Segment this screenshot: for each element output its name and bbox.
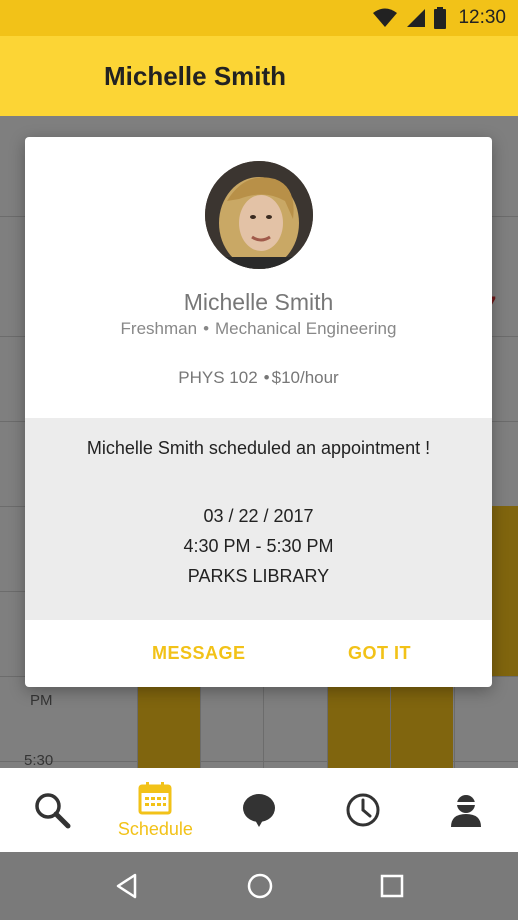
chat-bubble-icon [242, 794, 275, 827]
status-time: 12:30 [458, 7, 506, 28]
clock-icon [346, 793, 380, 827]
home-icon[interactable] [246, 872, 274, 900]
student-year: Freshman [120, 319, 198, 338]
nav-schedule[interactable]: Schedule [104, 768, 208, 852]
message-button[interactable]: MESSAGE [152, 643, 246, 664]
bottom-navigation: Schedule [0, 768, 518, 852]
app-bar: Michelle Smith [0, 36, 518, 116]
profile-name: Michelle Smith [183, 289, 334, 315]
profile-subtitle: Freshman • Mechanical Engineering [25, 319, 492, 339]
student-major: Mechanical Engineering [215, 319, 397, 338]
status-bar: 12:30 [0, 0, 518, 36]
system-nav-bar [0, 852, 518, 920]
profile-icon [451, 795, 482, 827]
nav-schedule-label: Schedule [117, 818, 193, 839]
page-title: Michelle Smith [104, 60, 287, 91]
battery-icon [434, 7, 447, 29]
appointment-message: Michelle Smith scheduled an appointment … [86, 438, 431, 458]
hourly-rate: $10/hour [271, 368, 339, 387]
nav-history[interactable] [311, 768, 415, 852]
course-info: PHYS 102 • $10/hour [25, 368, 492, 388]
appointment-dialog: Michelle Smith Freshman • Mechanical Engin… [25, 137, 492, 687]
appointment-time: 4:30 PM - 5:30 PM [183, 536, 334, 556]
signal-icon [407, 9, 426, 27]
course-code: PHYS 102 [178, 368, 258, 387]
appointment-location: PARKS LIBRARY [187, 566, 330, 586]
nav-messages[interactable] [207, 768, 311, 852]
wifi-icon [373, 8, 398, 27]
calendar-icon [138, 781, 172, 814]
nav-search[interactable] [0, 768, 104, 852]
dialog-actions: MESSAGE GOT IT [25, 620, 492, 687]
separator-dot: • [263, 368, 270, 387]
back-icon[interactable] [113, 872, 141, 900]
got-it-button[interactable]: GOT IT [348, 643, 411, 664]
avatar [205, 161, 313, 269]
appointment-details: Michelle Smith scheduled an appointment … [25, 418, 492, 620]
nav-profile[interactable] [414, 768, 518, 852]
recents-icon[interactable] [379, 873, 405, 899]
search-icon [35, 793, 71, 829]
appointment-date: 03 / 22 / 2017 [203, 506, 314, 526]
separator-dot: • [203, 319, 210, 338]
